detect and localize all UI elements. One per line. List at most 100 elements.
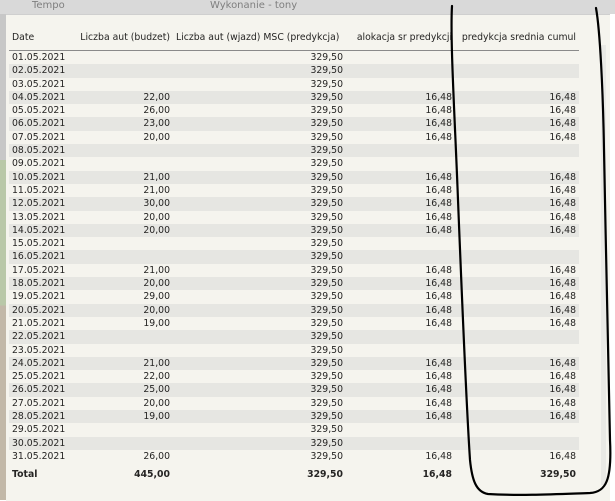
table-row: 24.05.2021 21,00 329,50 16,48 16,48 xyxy=(9,356,579,371)
table-row: 14.05.2021 20,00 329,50 16,48 16,48 xyxy=(9,223,579,238)
date-cell: 11.05.2021 xyxy=(12,184,66,196)
table-row: 01.05.2021 329,50 xyxy=(9,51,579,64)
msc-cell: 329,50 xyxy=(310,411,343,423)
table-row: 19.05.2021 29,00 329,50 16,48 16,48 xyxy=(9,290,579,303)
cumul-cell: 16,48 xyxy=(549,384,576,396)
date-cell: 06.05.2021 xyxy=(12,118,66,130)
table-visual[interactable]: Date Liczba aut (budzet) Liczba aut (wja… xyxy=(6,14,610,501)
date-cell: 15.05.2021 xyxy=(12,238,66,250)
table-row: 27.05.2021 20,00 329,50 16,48 16,48 xyxy=(9,397,579,410)
alokacja-cell: 16,48 xyxy=(425,450,452,462)
budzet-cell: 21,00 xyxy=(143,171,170,183)
msc-cell: 329,50 xyxy=(310,145,343,157)
msc-cell: 329,50 xyxy=(310,211,343,223)
date-cell: 03.05.2021 xyxy=(12,78,66,90)
msc-cell: 329,50 xyxy=(310,52,343,63)
budzet-cell: 20,00 xyxy=(143,278,170,290)
cumul-cell: 16,48 xyxy=(549,317,576,329)
column-header-liczba-aut-budzet[interactable]: Liczba aut (budzet) xyxy=(67,32,173,43)
date-cell: 26.05.2021 xyxy=(12,384,66,396)
table-row: 15.05.2021 329,50 xyxy=(9,237,579,250)
cumul-cell: 16,48 xyxy=(549,224,576,236)
table-row: 10.05.2021 21,00 329,50 16,48 16,48 xyxy=(9,170,579,184)
alokacja-cell: 16,48 xyxy=(425,291,452,303)
msc-cell: 329,50 xyxy=(310,65,343,77)
table-row: 06.05.2021 23,00 329,50 16,48 16,48 xyxy=(9,117,579,131)
report-header-strip xyxy=(0,0,615,14)
date-cell: 16.05.2021 xyxy=(12,251,66,263)
column-header-liczba-aut-wjazd-msc[interactable]: Liczba aut (wjazd) MSC (predykcja) xyxy=(173,32,346,43)
cumul-cell: 16,48 xyxy=(549,131,576,143)
total-msc: 329,50 xyxy=(307,468,343,480)
vertical-scrollbar[interactable] xyxy=(601,45,606,485)
msc-cell: 329,50 xyxy=(310,184,343,196)
msc-cell: 329,50 xyxy=(310,264,343,276)
budzet-cell: 23,00 xyxy=(143,118,170,130)
cumul-cell: 16,48 xyxy=(549,371,576,383)
alokacja-cell: 16,48 xyxy=(425,357,452,369)
date-cell: 24.05.2021 xyxy=(12,357,66,369)
alokacja-cell: 16,48 xyxy=(425,224,452,236)
msc-cell: 329,50 xyxy=(310,171,343,183)
alokacja-cell: 16,48 xyxy=(425,171,452,183)
msc-cell: 329,50 xyxy=(310,371,343,383)
msc-cell: 329,50 xyxy=(310,304,343,316)
table-row: 03.05.2021 329,50 xyxy=(9,78,579,91)
date-cell: 14.05.2021 xyxy=(12,224,66,236)
budzet-cell: 21,00 xyxy=(143,184,170,196)
msc-cell: 329,50 xyxy=(310,251,343,263)
msc-cell: 329,50 xyxy=(310,78,343,90)
budzet-cell: 26,00 xyxy=(143,105,170,117)
cumul-cell: 16,48 xyxy=(549,411,576,423)
table-row: 12.05.2021 30,00 329,50 16,48 16,48 xyxy=(9,197,579,211)
table-row: 25.05.2021 22,00 329,50 16,48 16,48 xyxy=(9,370,579,383)
date-cell: 30.05.2021 xyxy=(12,437,66,449)
msc-cell: 329,50 xyxy=(310,450,343,462)
budzet-cell: 22,00 xyxy=(143,371,170,383)
table-row: 11.05.2021 21,00 329,50 16,48 16,48 xyxy=(9,184,579,197)
alokacja-cell: 16,48 xyxy=(425,118,452,130)
cumul-cell: 16,48 xyxy=(549,397,576,409)
msc-cell: 329,50 xyxy=(310,158,343,170)
total-alokacja: 16,48 xyxy=(422,468,452,480)
date-cell: 18.05.2021 xyxy=(12,278,66,290)
budzet-cell: 29,00 xyxy=(143,291,170,303)
date-cell: 12.05.2021 xyxy=(12,198,66,210)
column-header-predykcja-cumul[interactable]: predykcja srednia cumul xyxy=(455,32,579,43)
budzet-cell: 20,00 xyxy=(143,304,170,316)
column-header-date[interactable]: Date xyxy=(9,32,67,43)
date-cell: 19.05.2021 xyxy=(12,291,66,303)
table-row: 20.05.2021 20,00 329,50 16,48 16,48 xyxy=(9,303,579,317)
alokacja-cell: 16,48 xyxy=(425,317,452,329)
alokacja-cell: 16,48 xyxy=(425,264,452,276)
budzet-cell: 26,00 xyxy=(143,450,170,462)
date-cell: 23.05.2021 xyxy=(12,344,66,356)
msc-cell: 329,50 xyxy=(310,317,343,329)
date-cell: 09.05.2021 xyxy=(12,158,66,170)
column-header-alokacja[interactable]: alokacja sr predykcji xyxy=(346,32,455,43)
alokacja-cell: 16,48 xyxy=(425,211,452,223)
cumul-cell: 16,48 xyxy=(549,291,576,303)
cumul-cell: 16,48 xyxy=(549,264,576,276)
msc-cell: 329,50 xyxy=(310,437,343,449)
alokacja-cell: 16,48 xyxy=(425,384,452,396)
table-row: 29.05.2021 329,50 xyxy=(9,423,579,436)
table-row: 18.05.2021 20,00 329,50 16,48 16,48 xyxy=(9,277,579,291)
date-cell: 27.05.2021 xyxy=(12,397,66,409)
table-row: 07.05.2021 20,00 329,50 16,48 16,48 xyxy=(9,131,579,144)
alokacja-cell: 16,48 xyxy=(425,411,452,423)
date-cell: 02.05.2021 xyxy=(12,65,66,77)
table-row: 21.05.2021 19,00 329,50 16,48 16,48 xyxy=(9,317,579,330)
table-row: 02.05.2021 329,50 xyxy=(9,64,579,78)
date-cell: 28.05.2021 xyxy=(12,411,66,423)
budzet-cell: 25,00 xyxy=(143,384,170,396)
msc-cell: 329,50 xyxy=(310,331,343,343)
budzet-cell: 21,00 xyxy=(143,357,170,369)
msc-cell: 329,50 xyxy=(310,118,343,130)
budzet-cell: 20,00 xyxy=(143,397,170,409)
budzet-cell: 19,00 xyxy=(143,317,170,329)
date-cell: 25.05.2021 xyxy=(12,371,66,383)
table-row: 16.05.2021 329,50 xyxy=(9,250,579,264)
date-cell: 07.05.2021 xyxy=(12,131,66,143)
alokacja-cell: 16,48 xyxy=(425,304,452,316)
